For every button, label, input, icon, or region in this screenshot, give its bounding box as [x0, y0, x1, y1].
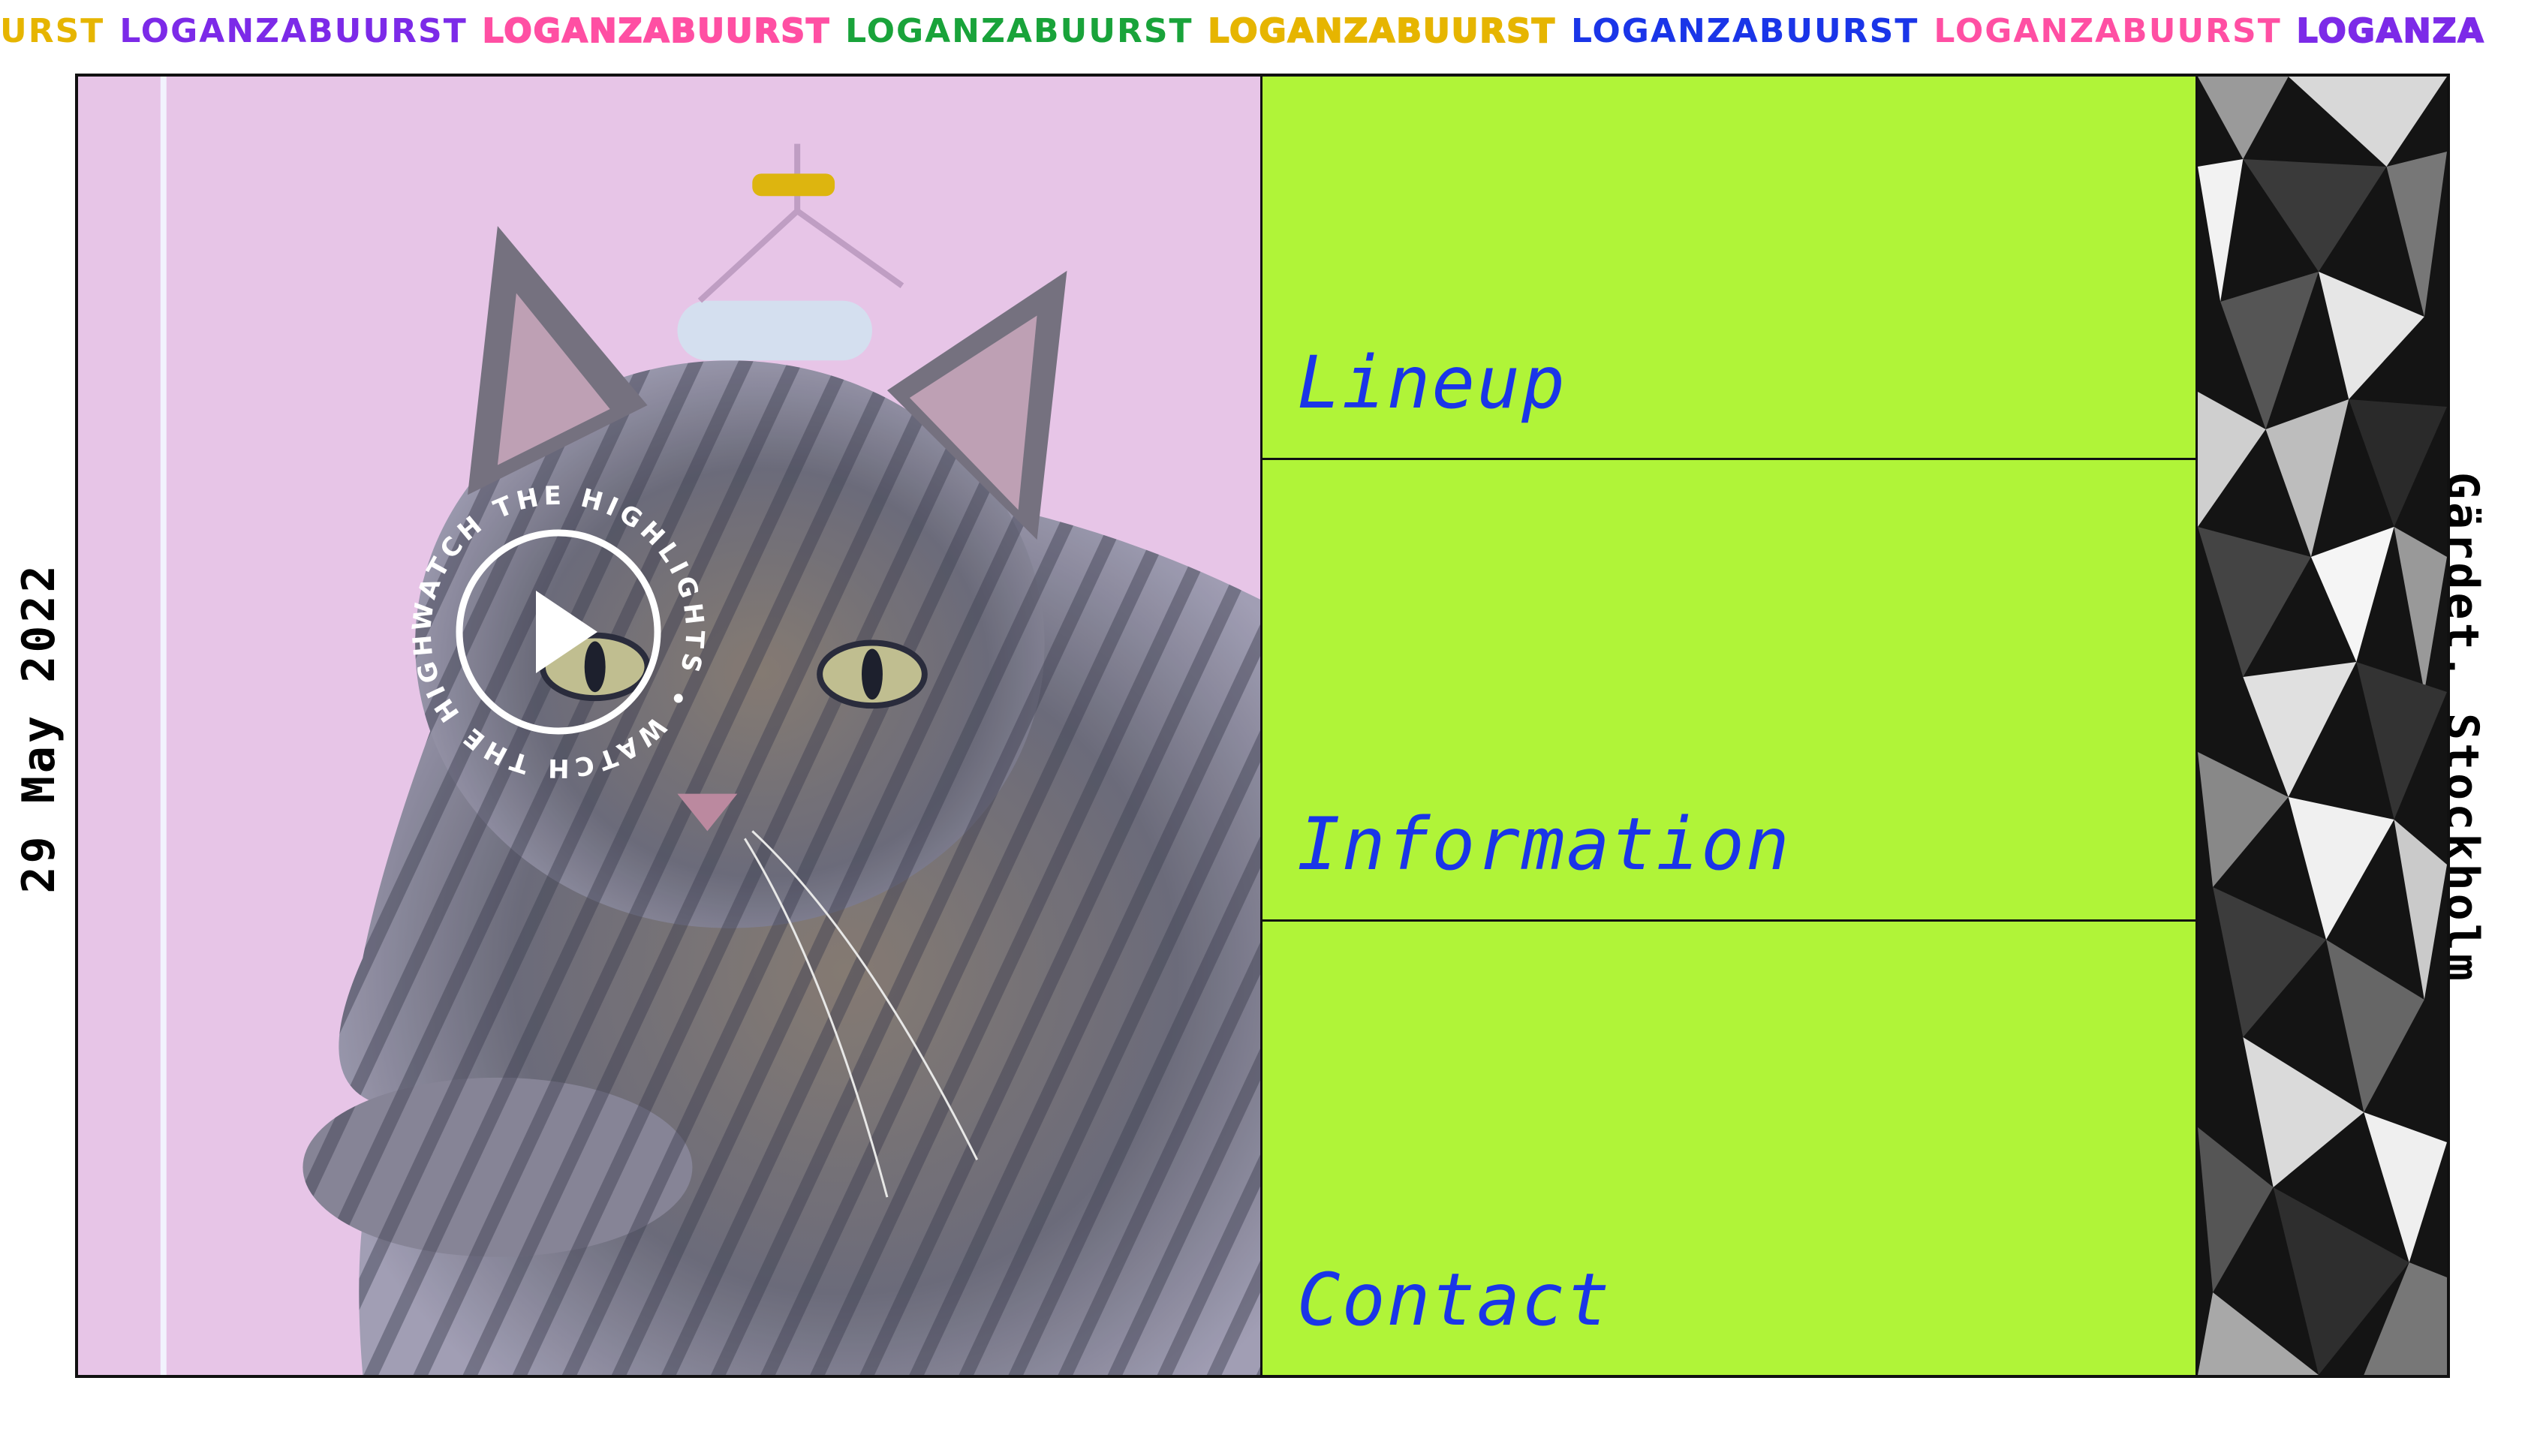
marquee-word: LOGANZA: [2296, 11, 2485, 51]
marquee-word: LOGANZABUURST: [1934, 12, 2282, 50]
nav-lineup-label: Lineup: [1297, 341, 1566, 425]
nav-information-label: Information: [1297, 802, 1791, 886]
nav-item-lineup[interactable]: Lineup: [1263, 77, 2195, 460]
marquee-word: LOGANZABUURST: [845, 12, 1193, 50]
play-icon: [536, 591, 597, 673]
main-frame: WATCH THE HIGHLIGHTS • WATCH THE HIGHLIG…: [75, 74, 2450, 1378]
play-button[interactable]: WATCH THE HIGHLIGHTS • WATCH THE HIGHLIG…: [388, 451, 716, 790]
marquee-word: URST: [0, 12, 105, 50]
logo-marquee: URST LOGANZABUURST LOGANZABUURST LOGANZABUU…: [0, 11, 2522, 53]
nav-item-information[interactable]: Information: [1263, 460, 2195, 922]
marquee-word: LOGANZABUURST: [482, 11, 831, 51]
crystal-texture-image: [2198, 77, 2447, 1375]
marquee-word: LOGANZABUURST: [1208, 11, 1556, 51]
nav-item-contact[interactable]: Contact: [1263, 922, 2195, 1375]
marquee-word: LOGANZABUURST: [119, 12, 468, 50]
marquee-word: LOGANZABUURST: [1570, 12, 1919, 50]
main-nav: Lineup Information Contact: [1263, 77, 2198, 1375]
nav-contact-label: Contact: [1297, 1258, 1612, 1342]
event-date: 29 May 2022: [13, 562, 65, 894]
hero-video[interactable]: WATCH THE HIGHLIGHTS • WATCH THE HIGHLIG…: [78, 77, 1263, 1375]
